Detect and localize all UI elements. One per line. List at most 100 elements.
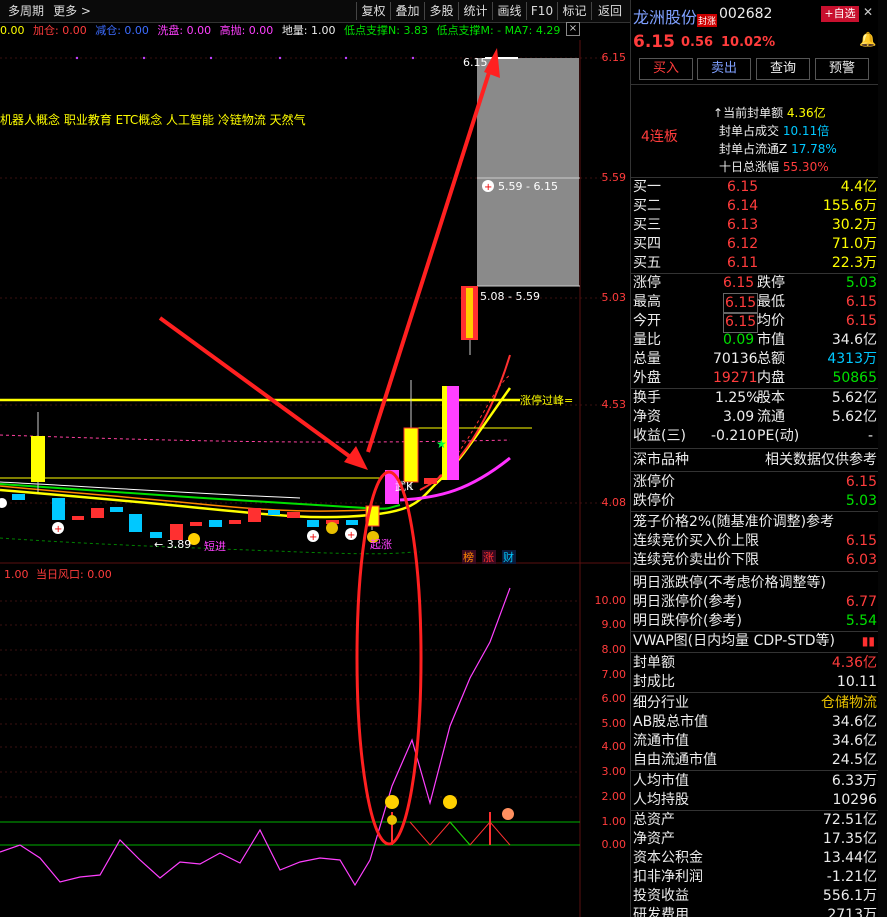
draw-line-button[interactable]: 画线 <box>492 2 526 20</box>
sub-axis-label: 3.00 <box>601 765 627 778</box>
stat-row: 流通市值 34.6亿 <box>633 733 877 749</box>
svg-text:+: + <box>54 524 62 535</box>
close-icon[interactable]: ✕ <box>863 5 873 19</box>
svg-text:5.08 - 5.59: 5.08 - 5.59 <box>480 290 540 303</box>
f10-button[interactable]: F10 <box>526 2 557 20</box>
indicator-ground-vol: 地量: 1.00 <box>281 24 336 37</box>
buy-button[interactable]: 买入 <box>639 58 693 80</box>
svg-text:+: + <box>484 182 492 193</box>
quote-panel: 龙洲股份 封涨 002682 +自选 ✕ 6.15 0.56 10.02% 🔔 … <box>630 0 879 917</box>
sub-axis-label: 8.00 <box>601 643 627 656</box>
bid-row: 买四 6.12 71.0万 <box>633 236 877 252</box>
side-scroll-strip[interactable] <box>878 0 887 917</box>
quote-row: 涨停 6.15 跌停 5.03 <box>633 275 877 291</box>
kline-chart[interactable]: + + + + ★ 5.59 - 6.15 5.08 - 5.59 涨停过峰= … <box>0 40 630 917</box>
quote-row: 最高 6.15 最低 6.15 <box>631 293 879 314</box>
price-change: 0.56 <box>681 35 714 50</box>
bar-chart-icon[interactable]: ▮▮ <box>862 632 875 651</box>
limit-row: 跌停价 5.03 <box>633 493 877 509</box>
back-button[interactable]: 返回 <box>591 2 628 20</box>
cage-row: 连续竞价买入价上限 6.15 <box>633 533 877 549</box>
stock-name: 龙洲股份 <box>633 8 698 27</box>
sell-button[interactable]: 卖出 <box>697 58 751 80</box>
svg-text:6.15: 6.15 <box>463 56 488 69</box>
add-watchlist-button[interactable]: +自选 <box>821 6 859 22</box>
multi-stock-button[interactable]: 多股 <box>424 2 458 20</box>
price-axis-label: 4.53 <box>601 398 627 411</box>
cage-row: 连续竞价卖出价下限 6.03 <box>633 552 877 568</box>
quote-row: 今开 6.15 均价 6.15 <box>631 312 879 333</box>
svg-text:+: + <box>347 530 355 541</box>
sub-axis-label: 4.00 <box>601 740 627 753</box>
multi-period-button[interactable]: 多周期 <box>4 2 48 20</box>
stat-row: 资本公积金 13.44亿 <box>633 850 877 866</box>
indicator-reduce: 减仓: 0.00 <box>95 24 149 37</box>
stat-row: 投资收益 556.1万 <box>633 888 877 904</box>
svg-text:涨停过峰=: 涨停过峰= <box>520 393 573 407</box>
svg-text:财: 财 <box>503 550 514 564</box>
quote-row: 量比 0.09 市值 34.6亿 <box>633 332 877 348</box>
stat-row: 总资产 72.51亿 <box>633 812 877 828</box>
close-icon[interactable]: × <box>566 22 580 36</box>
sub-axis-label: 0.00 <box>601 838 627 851</box>
bid-row: 买一 6.15 4.4亿 <box>633 179 877 195</box>
alert-button[interactable]: 预警 <box>815 58 869 80</box>
status-badge: 封涨 <box>697 14 718 27</box>
seal-row: 封单占成交 10.11倍 <box>719 124 830 138</box>
bid-row: 买五 6.11 22.3万 <box>633 255 877 271</box>
svg-text:起涨: 起涨 <box>370 538 392 551</box>
svg-text:← 3.89: ← 3.89 <box>154 538 191 551</box>
candles <box>12 57 518 540</box>
tomorrow-row: 明日涨停价(参考) 6.77 <box>633 594 877 610</box>
price-change-pct: 10.02% <box>721 35 776 50</box>
price-axis-label: 5.03 <box>601 291 627 304</box>
stat-row: 研发费用 2713万 <box>633 907 877 917</box>
price-axis-label: 4.08 <box>601 496 627 509</box>
svg-text:5.59 - 6.15: 5.59 - 6.15 <box>498 180 558 193</box>
quote-row: 外盘 19271 内盘 50865 <box>633 370 877 386</box>
indicator-value: 0.00 <box>0 24 25 37</box>
svg-text:涨: 涨 <box>483 551 494 564</box>
seal-row: ↑当前封单额 4.36亿 <box>713 106 826 120</box>
svg-text:短进: 短进 <box>204 539 226 553</box>
fin-row: 净资 3.09 流通 5.62亿 <box>633 409 877 425</box>
sub-indicator-label: 1.00 当日风口: 0.00 <box>4 568 112 581</box>
limit-row: 涨停价 6.15 <box>633 474 877 490</box>
sub-axis-label: 7.00 <box>601 668 627 681</box>
restore-rights-button[interactable]: 复权 <box>356 2 390 20</box>
bid-row: 买三 6.13 30.2万 <box>633 217 877 233</box>
stat-row: AB股总市值 34.6亿 <box>633 714 877 730</box>
sub-axis-label: 9.00 <box>601 618 627 631</box>
stat-row: 自由流通市值 24.5亿 <box>633 752 877 768</box>
seal-amount-row: 封单额 4.36亿 <box>633 655 877 671</box>
cage-title: 笼子价格2%(随基准价调整)参考 <box>633 514 835 530</box>
bell-icon[interactable]: 🔔 <box>859 32 876 48</box>
sub-axis-label: 1.00 <box>601 815 627 828</box>
indicator-sell-high: 高抛: 0.00 <box>219 24 274 37</box>
tomorrow-row: 明日跌停价(参考) 5.54 <box>633 613 877 629</box>
more-button[interactable]: 更多 > <box>50 2 94 20</box>
seal-row: 十日总涨幅 55.30% <box>719 160 829 174</box>
query-button[interactable]: 查询 <box>756 58 810 80</box>
gap-box-upper <box>477 58 579 178</box>
mark-button[interactable]: 标记 <box>557 2 591 20</box>
overlay-button[interactable]: 叠加 <box>390 2 424 20</box>
svg-text:+: + <box>309 532 317 543</box>
svg-text:榜: 榜 <box>463 550 474 564</box>
sub-axis-label: 5.00 <box>601 717 627 730</box>
tomorrow-title: 明日涨跌停(不考虑价格调整等) <box>633 575 826 591</box>
stat-row: 净资产 17.35亿 <box>633 831 877 847</box>
indicator-support-n: 低点支撑N: 3.83 <box>344 24 428 37</box>
stat-row: 人均市值 6.33万 <box>633 773 877 789</box>
stock-code: 002682 <box>719 6 773 22</box>
seal-ratio-row: 封成比 10.11 <box>633 674 877 690</box>
indicator-add: 加仓: 0.00 <box>33 24 87 37</box>
indicator-support-m: 低点支撑M: - MA7: 4.29 <box>436 24 561 37</box>
market-row: 深市品种 相关数据仅供参考 <box>633 452 877 468</box>
indicator-wash: 洗盘: 0.00 <box>157 24 212 37</box>
price-axis-label: 5.59 <box>601 171 627 184</box>
chart-toolbar: 多周期 更多 > 复权 叠加 多股 统计 画线 F10 标记 返回 <box>0 0 630 23</box>
vwap-row[interactable]: VWAP图(日内均量 CDP-STD等) ▮▮ <box>631 632 879 651</box>
statistics-button[interactable]: 统计 <box>458 2 492 20</box>
sub-axis-label: 2.00 <box>601 790 627 803</box>
